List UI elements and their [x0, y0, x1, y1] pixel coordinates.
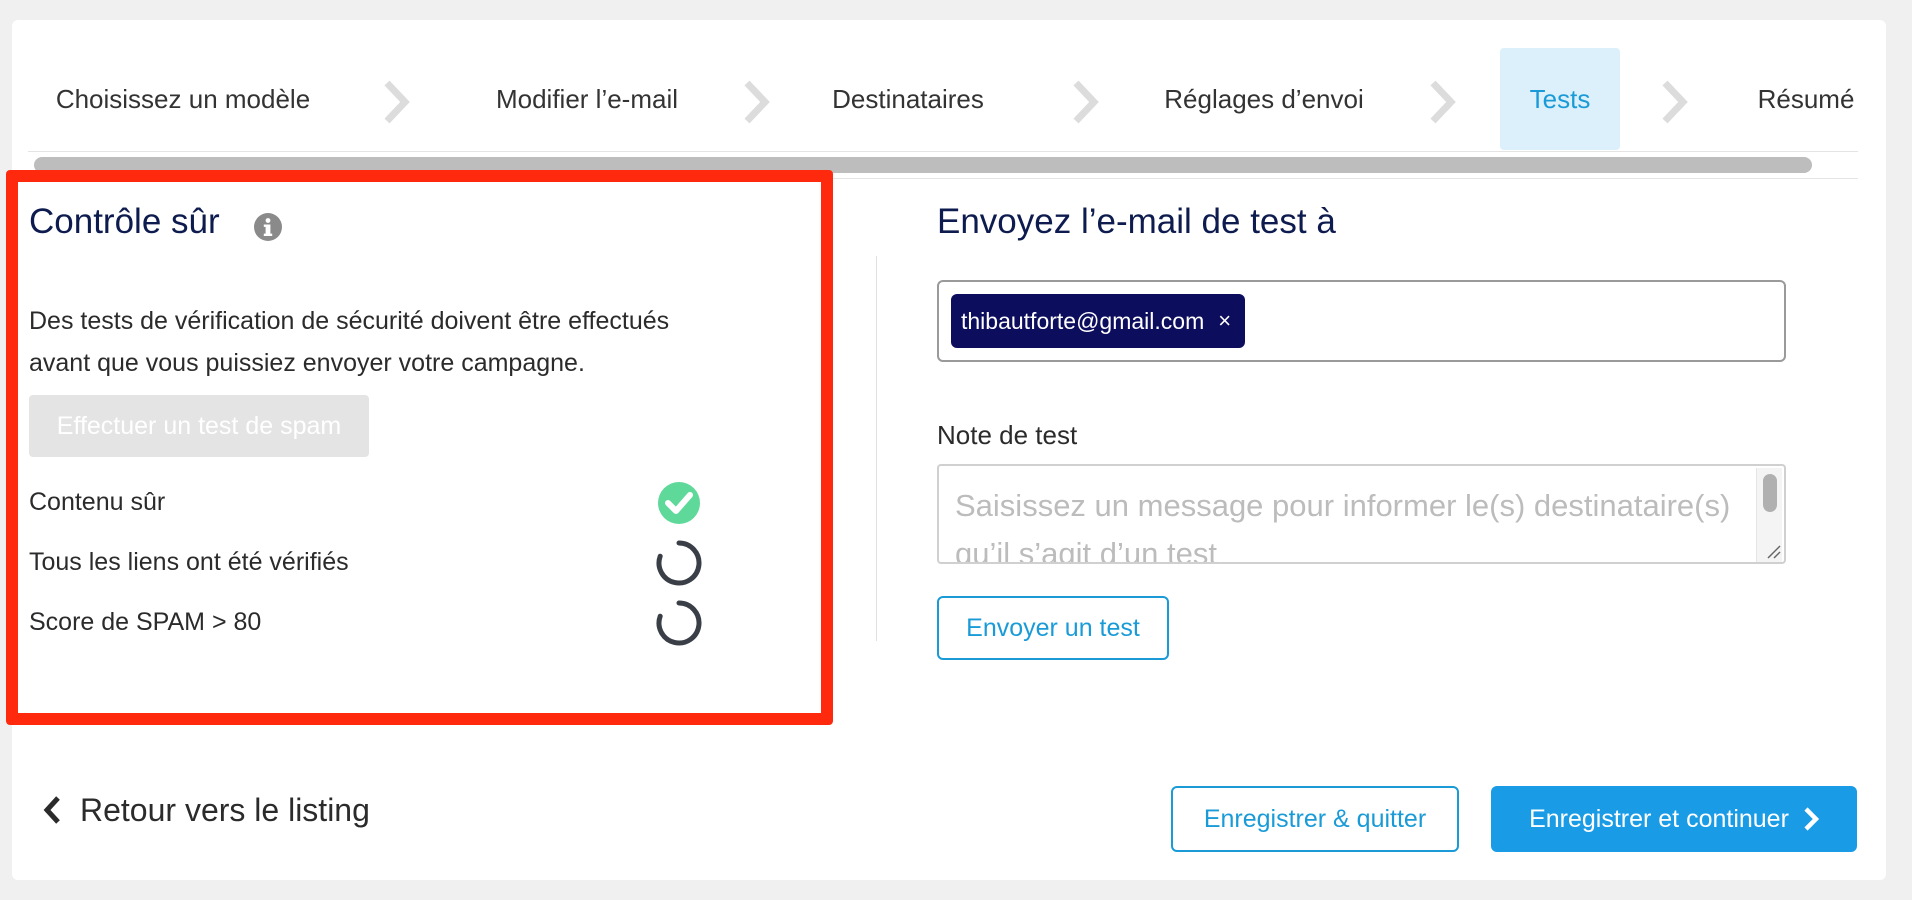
check-row-spam-score: Score de SPAM > 80: [29, 600, 729, 646]
panel-divider: [876, 256, 877, 641]
check-circle-icon: [656, 480, 702, 526]
chevron-left-icon: [43, 796, 60, 824]
scrollbar-thumb[interactable]: [1763, 474, 1777, 512]
safety-check-description: Des tests de vérification de sécurité do…: [29, 307, 670, 377]
step-label: Résumé: [1757, 83, 1855, 114]
step-label: Tests: [1529, 83, 1591, 114]
send-test-button[interactable]: Envoyer un test: [937, 596, 1169, 660]
step-label: Modifier l’e-mail: [495, 83, 679, 114]
test-note-placeholder: Saisissez un message pour informer le(s)…: [955, 488, 1731, 564]
chevron-right-icon: [742, 80, 770, 124]
step-summary[interactable]: Résumé: [1757, 48, 1855, 150]
save-and-quit-button[interactable]: Enregistrer & quitter: [1171, 786, 1459, 852]
test-recipients-input[interactable]: thibautforte@gmail.com ×: [937, 280, 1786, 362]
step-label: Destinataires: [832, 83, 984, 114]
step-tests[interactable]: Tests: [1500, 48, 1620, 150]
remove-recipient-icon[interactable]: ×: [1218, 308, 1231, 334]
chevron-right-icon: [1071, 80, 1099, 124]
test-note-label: Note de test: [937, 420, 1078, 450]
chevron-right-icon: [1660, 80, 1688, 124]
step-recipients[interactable]: Destinataires: [828, 48, 988, 150]
check-label: Tous les liens ont été vérifiés: [29, 548, 349, 576]
step-label: Choisissez un modèle: [55, 83, 311, 114]
chevron-right-icon: [382, 80, 410, 124]
spam-test-button[interactable]: Effectuer un test de spam: [29, 395, 369, 457]
step-edit-email[interactable]: Modifier l’e-mail: [472, 48, 702, 150]
resize-grip-icon[interactable]: [1764, 542, 1782, 560]
back-to-listing-link[interactable]: Retour vers le listing: [42, 790, 370, 830]
test-note-textarea[interactable]: Saisissez un message pour informer le(s)…: [937, 464, 1786, 564]
step-choose-template[interactable]: Choisissez un modèle: [52, 48, 314, 150]
step-label: Réglages d’envoi: [1164, 83, 1364, 114]
step-sending-settings[interactable]: Réglages d’envoi: [1164, 48, 1363, 150]
spinner-icon: [656, 600, 702, 646]
check-row-safe-content: Contenu sûr: [29, 480, 729, 526]
recipient-email: thibautforte@gmail.com: [961, 307, 1205, 334]
stepper: Choisissez un modèle Modifier l’e-mail D…: [28, 28, 1858, 152]
check-row-links-verified: Tous les liens ont été vérifiés: [29, 540, 729, 586]
chevron-right-icon: [1804, 807, 1819, 831]
recipient-chip: thibautforte@gmail.com ×: [951, 294, 1246, 348]
info-icon[interactable]: [253, 212, 283, 242]
back-label: Retour vers le listing: [80, 791, 370, 828]
save-continue-label: Enregistrer et continuer: [1529, 804, 1789, 833]
save-and-continue-button[interactable]: Enregistrer et continuer: [1491, 786, 1857, 852]
chevron-right-icon: [1428, 80, 1456, 124]
spinner-icon: [656, 540, 702, 586]
safety-check-title: Contrôle sûr: [29, 202, 220, 241]
check-label: Contenu sûr: [29, 488, 166, 516]
check-label: Score de SPAM > 80: [29, 608, 262, 636]
send-test-title: Envoyez l’e-mail de test à: [937, 202, 1336, 241]
